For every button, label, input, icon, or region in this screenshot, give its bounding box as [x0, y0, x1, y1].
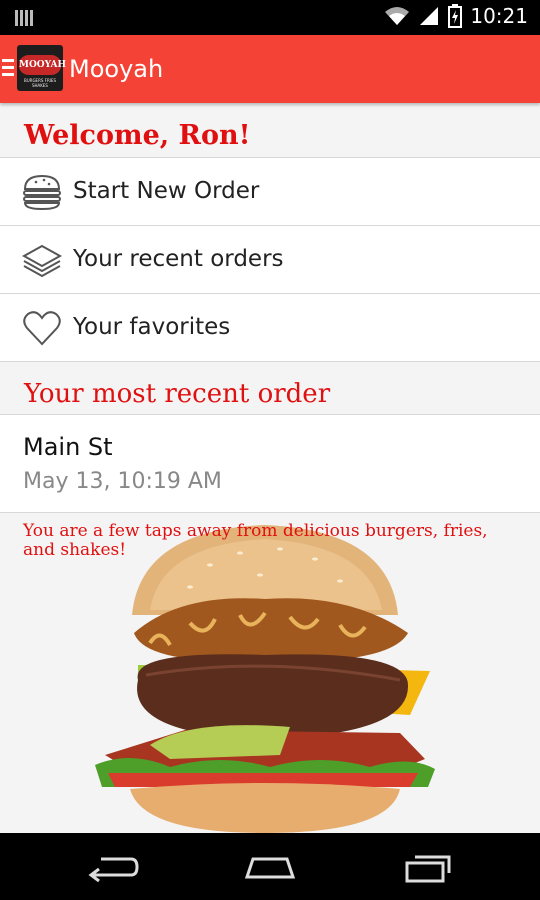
wifi-icon [385, 7, 410, 25]
battery-icon [448, 4, 463, 28]
main-menu-list: Start New Order Your recent orders Your … [0, 157, 540, 362]
recent-order-card[interactable]: Main St May 13, 10:19 AM [0, 414, 540, 513]
burger-image [95, 525, 435, 833]
start-new-order-item[interactable]: Start New Order [0, 158, 540, 226]
signal-icon [420, 7, 439, 25]
favorites-label: Your favorites [73, 314, 231, 340]
recent-order-location: Main St [23, 433, 113, 461]
recent-order-heading: Your most recent order [24, 379, 331, 409]
recent-apps-icon[interactable] [401, 851, 455, 883]
home-icon[interactable] [243, 851, 297, 883]
menu-icon[interactable] [2, 59, 14, 77]
app-logo[interactable]: MOOYAH BURGERS FRIES SHAKES [17, 45, 66, 91]
promo-text: You are a few taps away from delicious b… [23, 521, 488, 560]
recent-order-time: May 13, 10:19 AM [23, 469, 222, 494]
notification-icon [15, 10, 33, 26]
status-bar: 10:21 [0, 0, 540, 35]
navigation-bar [0, 833, 540, 900]
stack-icon [22, 244, 62, 278]
status-time: 10:21 [470, 4, 528, 28]
recent-orders-item[interactable]: Your recent orders [0, 226, 540, 294]
action-bar: MOOYAH BURGERS FRIES SHAKES Mooyah [0, 35, 540, 103]
start-new-order-label: Start New Order [73, 178, 260, 204]
app-title: Mooyah [69, 55, 164, 83]
burger-icon [23, 174, 61, 210]
back-icon[interactable] [85, 851, 139, 883]
favorites-item[interactable]: Your favorites [0, 294, 540, 362]
recent-orders-label: Your recent orders [73, 246, 284, 272]
heart-icon [23, 311, 61, 346]
welcome-heading: Welcome, Ron! [24, 120, 251, 151]
